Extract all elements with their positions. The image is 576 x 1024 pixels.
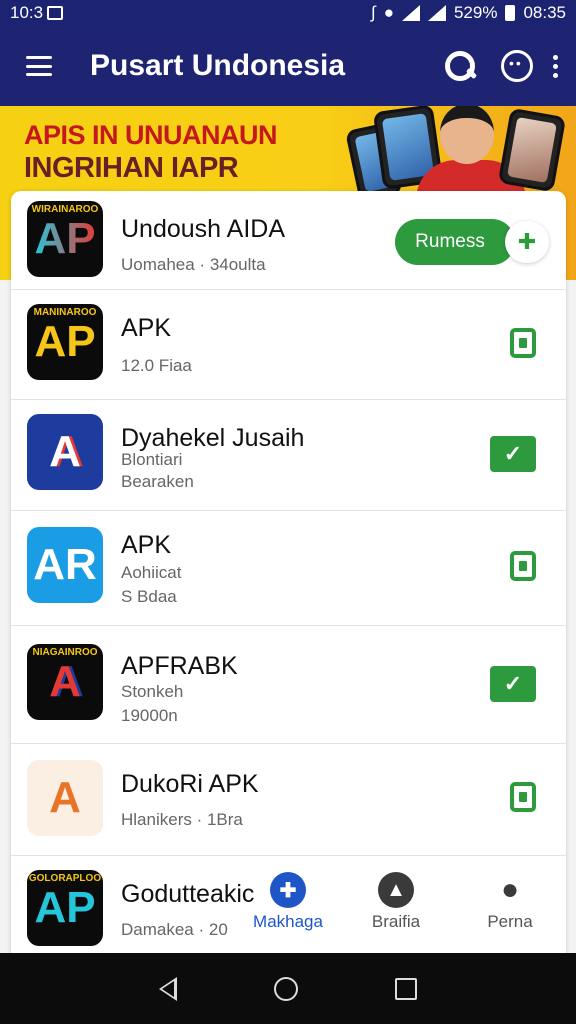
app-logo-icon: MANINAROO AP <box>27 304 103 380</box>
bluetooth-icon: ∫ <box>371 3 376 22</box>
app-list: WIRAINAROO AP Undoush AIDA Uomahea · 34o… <box>11 191 566 961</box>
app-name: APK <box>121 314 172 342</box>
app-meta: Hlanikers · 1Bra <box>121 810 243 829</box>
more-options-icon[interactable] <box>553 54 558 78</box>
image-notification-icon <box>47 6 64 20</box>
app-meta: Blontiari <box>121 450 183 469</box>
location-icon: ● <box>383 3 394 22</box>
banner-person-image <box>416 106 526 204</box>
recent-apps-icon[interactable] <box>395 977 418 1000</box>
install-button[interactable]: Rumess <box>395 219 515 265</box>
app-name: APK <box>121 531 172 559</box>
app-logo-icon: WIRAINAROO AP <box>27 201 103 277</box>
app-name: Undoush AIDA <box>121 215 285 243</box>
person-icon: ● <box>500 873 520 906</box>
app-name: Godutteakic <box>121 880 255 908</box>
download-button[interactable]: ✓ <box>490 666 536 702</box>
app-name: Dyahekel Jusaih <box>121 424 305 452</box>
chart-icon: ▲ <box>378 872 414 908</box>
app-logo-icon: A <box>27 760 103 836</box>
banner-headline: APIS IN UNUANAUN <box>24 120 278 150</box>
search-icon[interactable] <box>443 49 477 83</box>
banner-subheadline: INGRIHAN IAPR <box>24 152 239 184</box>
battery-icon <box>505 5 516 21</box>
app-meta-secondary: S Bdaa <box>121 587 177 606</box>
app-logo-icon: GOLORAPLOO AP <box>27 870 103 946</box>
download-icon[interactable]: ✚ <box>505 221 549 263</box>
status-time: 10:3 <box>10 3 44 22</box>
list-item[interactable]: AR APK Aohiicat S Bdaa <box>11 511 566 626</box>
app-meta: Damakea · 20 <box>121 920 228 939</box>
status-clock: 08:35 <box>523 3 566 22</box>
menu-icon[interactable] <box>26 56 52 76</box>
chat-icon[interactable] <box>501 50 533 82</box>
app-meta: Aohiicat <box>121 563 182 582</box>
app-title: Pusart Undonesia <box>90 49 346 82</box>
bottom-navigation: ✚ Makhaga ▲ Braifia ● Perna <box>253 872 562 952</box>
app-meta: 12.0 Fiaa <box>121 356 192 375</box>
nav-item-makhaga[interactable]: ✚ Makhaga <box>248 872 328 932</box>
cell-signal-icon <box>427 5 446 21</box>
download-button[interactable] <box>510 328 536 358</box>
plus-icon: ✚ <box>270 872 306 908</box>
banner-phone-image <box>497 107 567 193</box>
battery-percent: 529% <box>453 3 498 22</box>
list-item[interactable]: A DukoRi APK Hlanikers · 1Bra <box>11 744 566 856</box>
status-bar: 10:3 ∫ ● 529% 08:35 <box>0 0 576 26</box>
app-logo-icon: AR <box>27 527 103 603</box>
system-navigation-bar <box>0 953 576 1024</box>
nav-item-perna[interactable]: ● Perna <box>470 872 550 932</box>
app-name: DukoRi APK <box>121 770 259 798</box>
app-meta: Uomahea · 34oulta <box>121 255 266 274</box>
app-meta-secondary: 19000n <box>121 706 178 725</box>
app-meta: Stonkeh <box>121 682 184 701</box>
list-item[interactable]: WIRAINAROO AP Undoush AIDA Uomahea · 34o… <box>11 191 566 290</box>
list-item[interactable]: A Dyahekel Jusaih Blontiari Bearaken ✓ <box>11 400 566 511</box>
download-button[interactable] <box>510 551 536 581</box>
nav-item-braifia[interactable]: ▲ Braifia <box>356 872 436 932</box>
back-icon[interactable] <box>158 976 177 1001</box>
app-name: APFRABK <box>121 652 238 680</box>
app-bar: Pusart Undonesia <box>0 26 576 106</box>
list-item[interactable]: MANINAROO AP APK 12.0 Fiaa <box>11 290 566 400</box>
app-meta-secondary: Bearaken <box>121 472 194 491</box>
app-logo-icon: NIAGAINROO A <box>27 644 103 720</box>
wifi-signal-icon <box>401 5 420 21</box>
download-button[interactable]: ✓ <box>490 436 536 472</box>
download-button[interactable] <box>510 782 536 812</box>
list-item[interactable]: NIAGAINROO A APFRABK Stonkeh 19000n ✓ <box>11 626 566 744</box>
app-logo-icon: A <box>27 414 103 490</box>
home-icon[interactable] <box>273 976 298 1001</box>
